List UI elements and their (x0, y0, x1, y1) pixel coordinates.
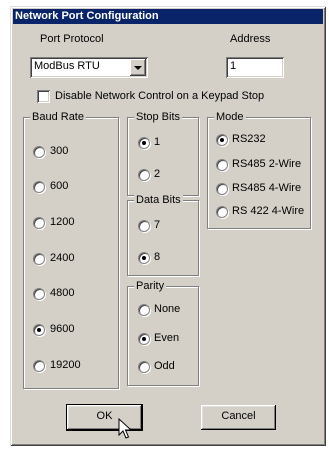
baud-label-300: 300 (50, 145, 69, 157)
mode-title: Mode (214, 111, 246, 123)
data-bits-label-7: 7 (154, 219, 161, 231)
baud-rate-title: Baud Rate (30, 111, 86, 123)
baud-radio-4800[interactable] (33, 288, 45, 300)
disable-keypad-label: Disable Network Control on a Keypad Stop (55, 90, 265, 102)
baud-radio-19200[interactable] (33, 360, 45, 372)
title-bar: Network Port Configuration (13, 9, 323, 24)
port-protocol-value: ModBus RTU (34, 60, 100, 72)
mode-radio-rs485-4wire[interactable] (216, 183, 228, 195)
baud-label-600: 600 (50, 180, 69, 192)
baud-label-19200: 19200 (50, 359, 81, 371)
cancel-button[interactable]: Cancel (201, 405, 276, 430)
mode-radio-rs485-2wire[interactable] (216, 159, 228, 171)
baud-radio-600[interactable] (33, 181, 45, 193)
mode-label-rs485-2wire: RS485 2-Wire (232, 158, 302, 170)
parity-label-odd: Odd (154, 360, 175, 372)
parity-radio-odd[interactable] (138, 361, 150, 373)
parity-label-none: None (154, 303, 181, 315)
cancel-button-label: Cancel (221, 410, 256, 422)
stop-bits-group: Stop Bits 1 2 (127, 111, 199, 196)
data-bits-title: Data Bits (134, 194, 183, 206)
stop-bits-label-1: 1 (154, 136, 161, 148)
data-bits-group: Data Bits 7 8 (127, 194, 199, 276)
baud-label-4800: 4800 (50, 287, 75, 299)
parity-radio-none[interactable] (138, 304, 150, 316)
port-protocol-select[interactable]: ModBus RTU (30, 57, 148, 78)
mouse-cursor-icon (118, 418, 132, 439)
baud-radio-1200[interactable] (33, 217, 45, 229)
stop-bits-label-2: 2 (154, 168, 161, 180)
address-value: 1 (230, 60, 237, 72)
baud-label-9600: 9600 (50, 323, 75, 335)
parity-label-even: Even (154, 332, 180, 344)
mode-label-rs232: RS232 (232, 133, 266, 145)
mode-group: Mode RS232 RS485 2-Wire RS485 4-Wire RS … (207, 111, 311, 229)
port-protocol-label: Port Protocol (40, 33, 104, 45)
stop-bits-title: Stop Bits (134, 111, 183, 123)
stop-bits-radio-1[interactable] (138, 137, 150, 149)
parity-group: Parity None Even Odd (127, 280, 199, 386)
stop-bits-radio-2[interactable] (138, 169, 150, 181)
baud-label-2400: 2400 (50, 252, 75, 264)
data-bits-radio-8[interactable] (138, 252, 150, 264)
mode-label-rs485-4wire: RS485 4-Wire (232, 182, 302, 194)
address-input[interactable]: 1 (226, 57, 284, 78)
disable-keypad-checkbox[interactable] (37, 90, 50, 103)
data-bits-radio-7[interactable] (138, 220, 150, 232)
baud-label-1200: 1200 (50, 216, 75, 228)
mode-radio-rs422-4wire[interactable] (216, 206, 228, 218)
chevron-down-icon[interactable] (130, 59, 146, 76)
mode-label-rs422-4wire: RS 422 4-Wire (232, 205, 305, 217)
parity-title: Parity (134, 280, 167, 292)
data-bits-label-8: 8 (154, 251, 161, 263)
parity-radio-even[interactable] (138, 333, 150, 345)
baud-radio-2400[interactable] (33, 253, 45, 265)
mode-radio-rs232[interactable] (216, 134, 228, 146)
baud-rate-group: Baud Rate 300 600 1200 2400 4800 9600 19… (23, 111, 119, 389)
baud-radio-9600[interactable] (33, 324, 45, 336)
baud-radio-300[interactable] (33, 146, 45, 158)
dialog-window: Network Port Configuration Port Protocol… (10, 6, 326, 446)
address-label: Address (230, 33, 271, 45)
